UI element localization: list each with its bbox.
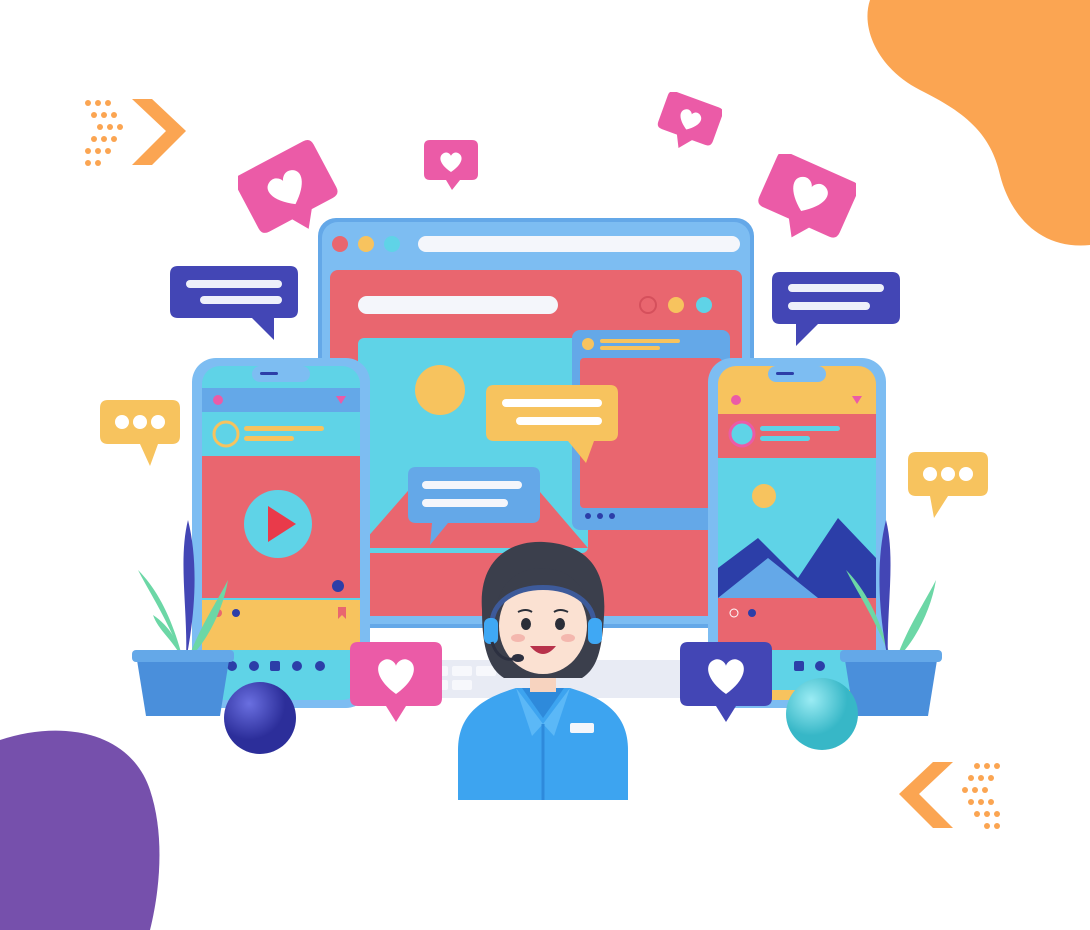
- chat-bubble-icon: [486, 385, 618, 463]
- typing-dots-icon: [100, 400, 180, 466]
- typing-dots-icon: [908, 452, 988, 518]
- heart-icon: [657, 92, 722, 148]
- arrow-chevron-icon: [85, 99, 186, 166]
- navy-sphere: [224, 682, 296, 754]
- heart-icon: [680, 642, 772, 722]
- cyan-sphere: [786, 678, 858, 750]
- heart-icon: [424, 140, 478, 190]
- chat-bubble-icon: [772, 272, 900, 346]
- orange-blob: [867, 0, 1090, 246]
- chat-bubble-icon: [170, 266, 298, 340]
- support-agent: [458, 541, 628, 800]
- arrow-chevron-icon: [899, 762, 1000, 829]
- purple-blob: [0, 730, 160, 930]
- heart-icon: [350, 642, 442, 722]
- chat-bubble-icon: [408, 467, 540, 545]
- heart-icon: [238, 140, 338, 233]
- heart-icon: [758, 154, 856, 238]
